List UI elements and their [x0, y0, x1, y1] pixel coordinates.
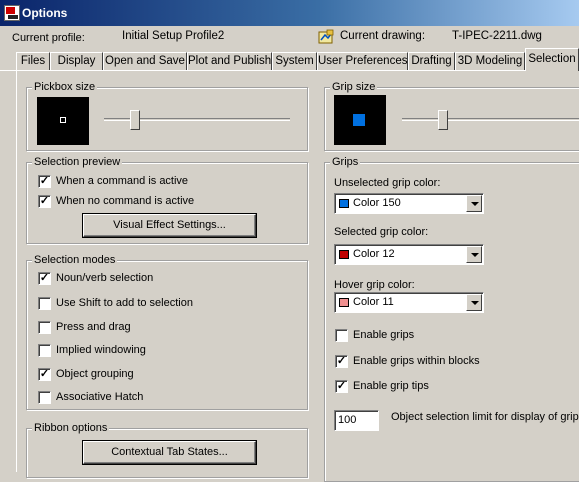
- pickbox-square-icon: [60, 117, 66, 123]
- tab-files[interactable]: Files: [16, 52, 50, 70]
- implied-windowing-checkbox[interactable]: [38, 344, 51, 357]
- no-command-active-label: When no command is active: [56, 195, 195, 207]
- contextual-tab-states-button[interactable]: Contextual Tab States...: [82, 440, 257, 465]
- tab-panel-left-edge: [16, 71, 17, 472]
- grip-square-icon: [353, 114, 365, 126]
- use-shift-checkbox[interactable]: [38, 297, 51, 310]
- no-command-active-checkbox[interactable]: ✓: [38, 195, 51, 208]
- grip-size-preview: [334, 95, 386, 145]
- selected-grip-color-dropdown[interactable]: Color 12: [334, 244, 484, 265]
- tab-system[interactable]: System: [272, 52, 317, 70]
- pickbox-size-title: Pickbox size: [32, 81, 98, 93]
- selected-grip-color-label: Selected grip color:: [334, 226, 429, 238]
- chevron-down-icon[interactable]: [466, 195, 482, 212]
- current-drawing-label: Current drawing:: [340, 30, 426, 42]
- tab-3d-modeling[interactable]: 3D Modeling: [455, 52, 525, 70]
- chevron-down-icon[interactable]: [466, 246, 482, 263]
- title-bar[interactable]: [0, 0, 579, 26]
- color-swatch: [339, 250, 349, 259]
- tab-open-and-save[interactable]: Open and Save: [103, 52, 187, 70]
- chevron-down-icon[interactable]: [466, 294, 482, 311]
- grips-title: Grips: [330, 156, 361, 168]
- use-shift-label: Use Shift to add to selection: [56, 297, 193, 309]
- press-and-drag-checkbox[interactable]: [38, 321, 51, 334]
- noun-verb-checkbox[interactable]: ✓: [38, 272, 51, 285]
- tab-plot-and-publish[interactable]: Plot and Publish: [187, 52, 272, 70]
- enable-grips-within-blocks-label: Enable grips within blocks: [353, 355, 480, 367]
- current-profile-label: Current profile:: [12, 32, 85, 44]
- selection-preview-title: Selection preview: [32, 156, 123, 168]
- tab-drafting[interactable]: Drafting: [408, 52, 455, 70]
- color-swatch: [339, 298, 349, 307]
- associative-hatch-label: Associative Hatch: [56, 391, 144, 403]
- hover-grip-color-value: Color 11: [353, 296, 394, 308]
- enable-grip-tips-checkbox[interactable]: ✓: [335, 380, 348, 393]
- selection-modes-title: Selection modes: [32, 254, 118, 266]
- enable-grips-checkbox[interactable]: [335, 329, 348, 342]
- object-grouping-checkbox[interactable]: ✓: [38, 368, 51, 381]
- pickbox-preview: [37, 97, 89, 145]
- window-title: Options: [22, 6, 68, 20]
- object-grouping-label: Object grouping: [56, 368, 134, 380]
- press-and-drag-label: Press and drag: [56, 321, 131, 333]
- command-active-label: When a command is active: [56, 175, 189, 187]
- current-profile-value: Initial Setup Profile2: [122, 30, 225, 42]
- autocad-app-icon: [4, 5, 20, 21]
- grip-slider-thumb[interactable]: [438, 110, 448, 130]
- unselected-grip-color-value: Color 150: [353, 197, 401, 209]
- current-drawing-value: T-IPEC-2211.dwg: [452, 30, 542, 42]
- tab-display[interactable]: Display: [50, 52, 103, 70]
- grip-size-title: Grip size: [330, 81, 378, 93]
- visual-effect-settings-button[interactable]: Visual Effect Settings...: [82, 213, 257, 238]
- grip-selection-limit-input[interactable]: 100: [334, 410, 379, 431]
- tab-strip-line: [0, 70, 579, 71]
- unselected-grip-color-dropdown[interactable]: Color 150: [334, 193, 484, 214]
- grip-slider-track[interactable]: [402, 118, 579, 121]
- selected-grip-color-value: Color 12: [353, 248, 395, 260]
- noun-verb-label: Noun/verb selection: [56, 272, 154, 284]
- implied-windowing-label: Implied windowing: [56, 344, 146, 356]
- pickbox-slider-thumb[interactable]: [130, 110, 140, 130]
- enable-grip-tips-label: Enable grip tips: [353, 380, 429, 392]
- tab-user-preferences[interactable]: User Preferences: [317, 52, 408, 70]
- enable-grips-within-blocks-checkbox[interactable]: ✓: [335, 355, 348, 368]
- unselected-grip-color-label: Unselected grip color:: [334, 177, 441, 189]
- associative-hatch-checkbox[interactable]: [38, 391, 51, 404]
- command-active-checkbox[interactable]: ✓: [38, 175, 51, 188]
- drawing-icon: [318, 29, 334, 44]
- grip-selection-limit-label: Object selection limit for display of gr…: [391, 411, 579, 423]
- hover-grip-color-dropdown[interactable]: Color 11: [334, 292, 484, 313]
- tab-selection[interactable]: Selection: [525, 48, 579, 71]
- enable-grips-label: Enable grips: [353, 329, 415, 341]
- ribbon-options-title: Ribbon options: [32, 422, 110, 434]
- color-swatch: [339, 199, 349, 208]
- hover-grip-color-label: Hover grip color:: [334, 279, 415, 291]
